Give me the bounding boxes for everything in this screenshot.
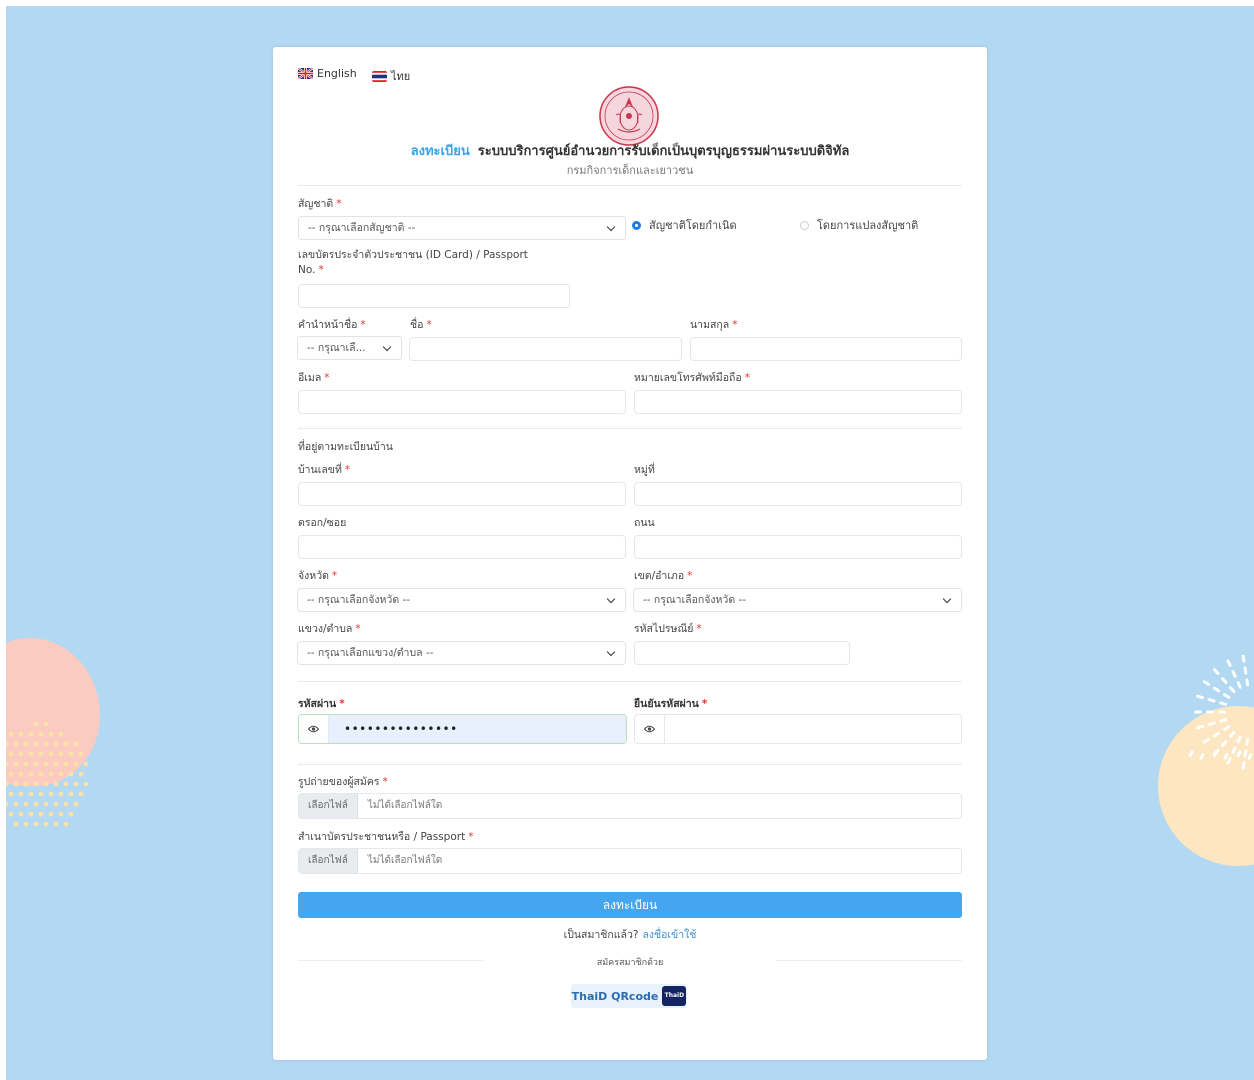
decoration-rays bbox=[1188, 654, 1253, 770]
uk-flag-icon bbox=[298, 68, 313, 79]
firstname-label: ชื่อ * bbox=[410, 319, 432, 331]
register-card: English ไทย ลงทะเบียน ระบบบริการศูนย์อำนว… bbox=[273, 47, 987, 1060]
lang-english[interactable]: English bbox=[298, 67, 357, 80]
district-label: เขต/อำเภอ * bbox=[634, 570, 693, 582]
idcopy-no-file-text: ไม่ได้เลือกไฟล์ใด bbox=[367, 855, 443, 866]
radio-checked-icon bbox=[632, 220, 641, 230]
department-seal-logo bbox=[599, 86, 659, 146]
divider bbox=[298, 681, 962, 682]
idcopy-choose-file-button[interactable]: เลือกไฟล์ bbox=[299, 849, 358, 873]
email-input[interactable] bbox=[298, 390, 626, 414]
eye-icon bbox=[644, 725, 655, 733]
subdistrict-select[interactable]: -- กรุณาเลือกแขวง/ตำบล -- bbox=[297, 641, 626, 665]
divider bbox=[298, 185, 962, 186]
soi-input[interactable] bbox=[298, 535, 626, 559]
radio-nationality-naturalized[interactable]: โดยการแปลงสัญชาติ bbox=[800, 216, 918, 234]
page-title: ลงทะเบียน ระบบบริการศูนย์อำนวยการรับเด็กเ… bbox=[273, 140, 987, 161]
lang-thai[interactable]: ไทย bbox=[372, 67, 410, 85]
confirm-password-input[interactable] bbox=[665, 715, 961, 743]
divider bbox=[298, 428, 962, 429]
radio-unchecked-icon bbox=[800, 220, 809, 230]
lang-english-label: English bbox=[317, 67, 357, 80]
idcard-input[interactable] bbox=[298, 284, 570, 308]
password-input[interactable]: ••••••••••••••• bbox=[329, 715, 626, 743]
nationality-label: สัญชาติ * bbox=[298, 198, 342, 210]
firstname-input[interactable] bbox=[409, 337, 682, 361]
radio-birth-label: สัญชาติโดยกำเนิด bbox=[649, 219, 737, 232]
photo-label: รูปถ่ายของผู้สมัคร * bbox=[298, 776, 388, 788]
subdistrict-label: แขวง/ตำบล * bbox=[298, 623, 361, 635]
province-label: จังหวัด * bbox=[298, 570, 338, 582]
idcard-label: เลขบัตรประจำตัวประชาชน (ID Card) / Passp… bbox=[298, 249, 528, 276]
photo-file-input[interactable]: เลือกไฟล์ ไม่ได้เลือกไฟล์ใด bbox=[298, 793, 962, 819]
prefix-label: คำนำหน้าชื่อ * bbox=[298, 319, 366, 331]
soi-label: ตรอก/ซอย bbox=[298, 517, 347, 529]
email-label: อีเมล * bbox=[298, 372, 330, 384]
thaid-logo-icon: ThaiD bbox=[662, 986, 687, 1006]
register-word: ลงทะเบียน bbox=[410, 144, 470, 159]
confirm-password-label: ยืนยันรหัสผ่าน * bbox=[634, 698, 708, 710]
toggle-password-visibility[interactable] bbox=[299, 715, 329, 743]
road-label: ถนน bbox=[634, 517, 655, 529]
radio-naturalized-label: โดยการแปลงสัญชาติ bbox=[817, 219, 919, 232]
district-select[interactable]: -- กรุณาเลือกจังหวัด -- bbox=[633, 588, 962, 612]
lastname-input[interactable] bbox=[690, 337, 962, 361]
password-label: รหัสผ่าน * bbox=[298, 698, 345, 710]
idcopy-file-input[interactable]: เลือกไฟล์ ไม่ได้เลือกไฟล์ใด bbox=[298, 848, 962, 874]
lang-thai-label: ไทย bbox=[391, 70, 411, 83]
address-section-heading: ที่อยู่ตามทะเบียนบ้าน bbox=[298, 441, 393, 453]
thaid-label: ThaiD QRcode bbox=[571, 989, 659, 1003]
mobile-label: หมายเลขโทรศัพท์มือถือ * bbox=[634, 372, 750, 384]
login-link[interactable]: ลงชื่อเข้าใช้ bbox=[642, 929, 696, 941]
nationality-select[interactable]: -- กรุณาเลือกสัญชาติ -- bbox=[298, 216, 626, 240]
system-title: ระบบบริการศูนย์อำนวยการรับเด็กเป็นบุตรบุ… bbox=[477, 144, 850, 159]
photo-no-file-text: ไม่ได้เลือกไฟล์ใด bbox=[367, 800, 443, 811]
register-submit-button[interactable]: ลงทะเบียน bbox=[298, 892, 962, 918]
postcode-input[interactable] bbox=[634, 641, 850, 665]
confirm-password-group bbox=[634, 714, 962, 744]
radio-nationality-birth[interactable]: สัญชาติโดยกำเนิด bbox=[632, 216, 737, 234]
toggle-confirm-password-visibility[interactable] bbox=[635, 715, 665, 743]
province-select[interactable]: -- กรุณาเลือกจังหวัด -- bbox=[297, 588, 626, 612]
postcode-label: รหัสไปรษณีย์ * bbox=[634, 623, 702, 635]
road-input[interactable] bbox=[634, 535, 962, 559]
prefix-select[interactable]: -- กรุณาเลื... bbox=[297, 336, 402, 360]
photo-choose-file-button[interactable]: เลือกไฟล์ bbox=[299, 794, 358, 818]
department-subtitle: กรมกิจการเด็กและเยาวชน bbox=[566, 164, 694, 177]
idcopy-label: สำเนาบัตรประชาชนหรือ / Passport * bbox=[298, 831, 474, 843]
signup-with-text: สมัครสมาชิกด้วย bbox=[596, 958, 664, 968]
house-no-input[interactable] bbox=[298, 482, 626, 506]
house-no-label: บ้านเลขที่ * bbox=[298, 464, 351, 476]
thaid-qrcode-button[interactable]: ThaiD QRcode ThaiD bbox=[571, 984, 687, 1008]
already-member-text: เป็นสมาชิกแล้ว? bbox=[563, 929, 639, 941]
decoration-dots bbox=[6, 721, 89, 827]
already-member-row: เป็นสมาชิกแล้ว? ลงชื่อเข้าใช้ bbox=[273, 926, 987, 943]
mobile-input[interactable] bbox=[634, 390, 962, 414]
thai-flag-icon bbox=[372, 70, 387, 82]
password-group: ••••••••••••••• bbox=[298, 714, 627, 744]
moo-input[interactable] bbox=[634, 482, 962, 506]
divider bbox=[298, 764, 962, 765]
moo-label: หมู่ที่ bbox=[634, 464, 655, 476]
eye-icon bbox=[308, 725, 319, 733]
lastname-label: นามสกุล * bbox=[690, 319, 738, 331]
